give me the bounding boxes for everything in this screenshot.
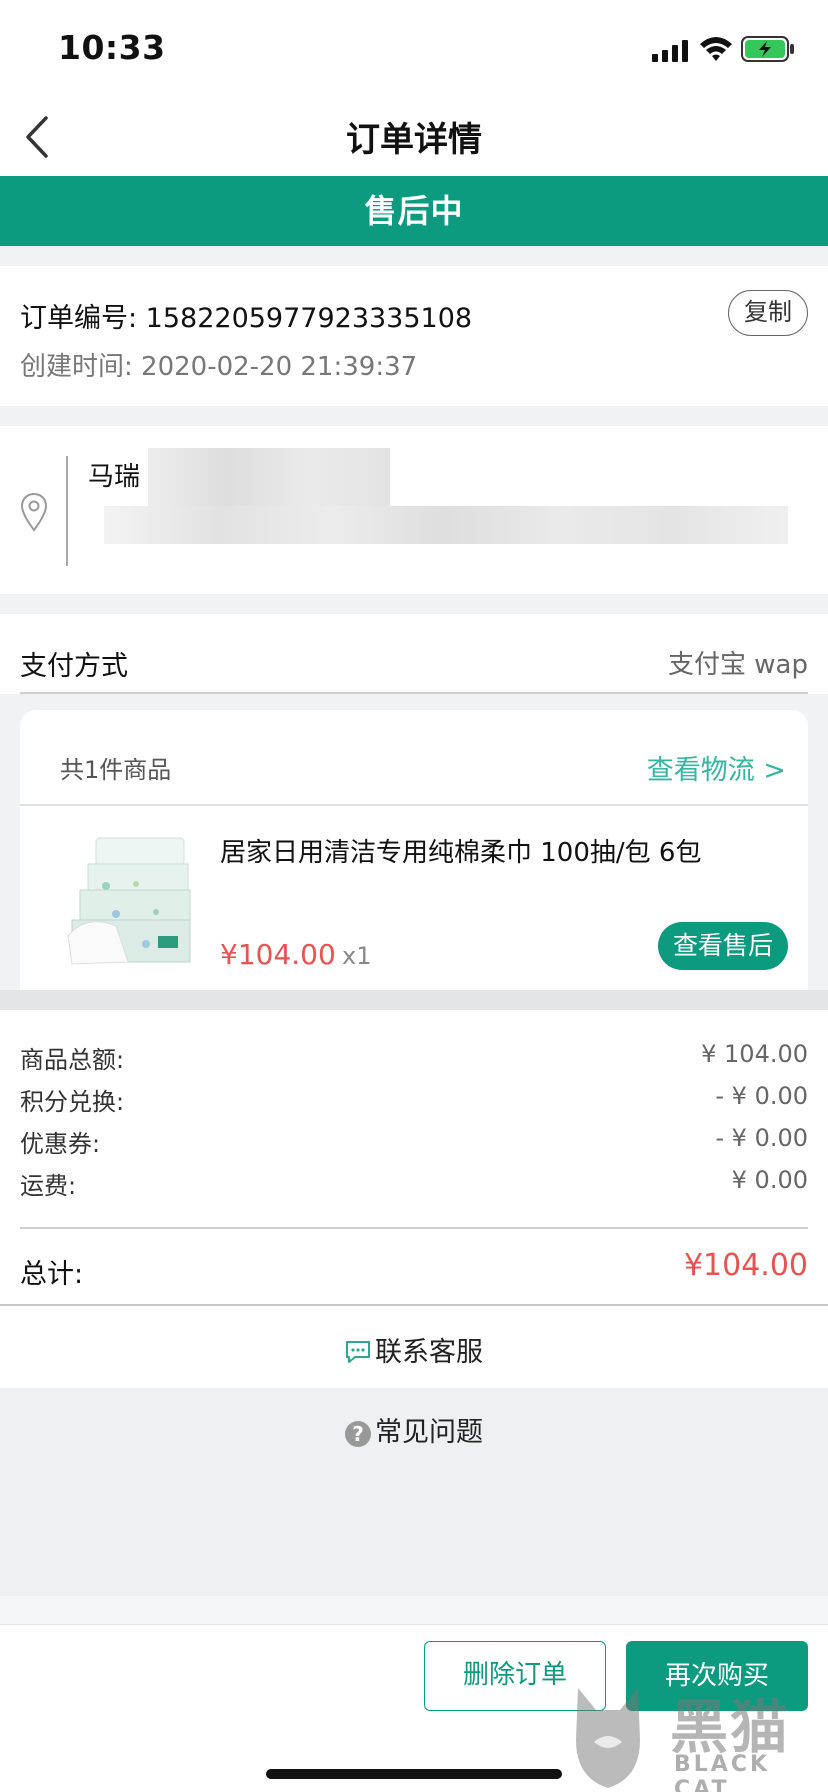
product-card-area: 共1件商品 查看物流 > 居家日用清洁专用纯棉柔巾 100抽/包 6包 ¥104… (0, 694, 828, 990)
buy-again-button[interactable]: 再次购买 (626, 1641, 808, 1711)
payment-method-row: 支付方式 支付宝 wap (0, 614, 828, 694)
divider (0, 1304, 828, 1306)
order-status-banner: 售后中 (0, 176, 828, 246)
signal-icon (652, 40, 688, 62)
page-title: 订单详情 (346, 120, 482, 160)
amount-summary: 商品总额: ¥ 104.00 积分兑换: - ¥ 0.00 优惠券: - ¥ 0… (0, 1010, 828, 1306)
amount-label: 商品总额: (20, 1046, 125, 1074)
order-number: 订单编号: 1582205977923335108 (20, 303, 473, 334)
contact-support-label[interactable]: 联系客服 (375, 1337, 483, 1368)
amount-row: 优惠券: - ¥ 0.00 (20, 1124, 808, 1158)
amount-label: 积分兑换: (20, 1088, 125, 1116)
address-divider (66, 456, 68, 566)
contact-support-row[interactable]: 联系客服 (0, 1308, 828, 1388)
section-gap (0, 990, 828, 1010)
payment-method-value: 支付宝 wap (668, 650, 808, 680)
copy-button[interactable]: 复制 (728, 290, 808, 336)
divider (20, 1227, 808, 1229)
redacted-contact (148, 448, 390, 510)
amount-label: 运费: (20, 1172, 77, 1200)
section-gap (0, 594, 828, 614)
contact-support-content[interactable]: 联系客服 (0, 1330, 828, 1369)
divider (20, 804, 808, 806)
home-indicator[interactable] (266, 1769, 562, 1779)
total-label: 总计: (20, 1259, 84, 1290)
product-thumbnail[interactable] (46, 828, 196, 978)
chat-bubble-icon (346, 1341, 370, 1363)
product-quantity: x1 (342, 942, 372, 970)
address-section: 马瑞 (0, 426, 828, 594)
faq-link[interactable]: ? 常见问题 (0, 1410, 828, 1449)
total-value: ¥104.00 (683, 1248, 808, 1283)
status-bar: 10:33 (0, 0, 828, 98)
amount-value: ¥ 104.00 (701, 1040, 808, 1068)
amount-value: - ¥ 0.00 (715, 1082, 808, 1110)
faq-section: ? 常见问题 (0, 1388, 828, 1596)
bottom-action-bar: 删除订单 再次购买 (0, 1624, 828, 1792)
view-aftersale-button[interactable]: 查看售后 (658, 922, 788, 970)
product-price: ¥104.00 (220, 938, 336, 971)
battery-icon (741, 36, 794, 62)
order-info-section: 订单编号: 1582205977923335108 创建时间: 2020-02-… (0, 266, 828, 406)
payment-method-label: 支付方式 (20, 651, 128, 682)
order-created-time: 创建时间: 2020-02-20 21:39:37 (20, 352, 418, 382)
location-pin-icon (20, 492, 48, 532)
redacted-address (104, 506, 788, 544)
view-logistics-link[interactable]: 查看物流 > (647, 748, 786, 787)
wifi-icon (700, 37, 732, 61)
amount-label: 优惠券: (20, 1130, 101, 1158)
amount-value: - ¥ 0.00 (715, 1124, 808, 1152)
section-gap (0, 246, 828, 266)
question-circle-icon: ? (345, 1421, 371, 1447)
section-gap (0, 1596, 828, 1624)
recipient-name: 马瑞 (88, 462, 141, 492)
amount-value: ¥ 0.00 (731, 1166, 808, 1194)
faq-label[interactable]: 常见问题 (375, 1417, 483, 1448)
product-card: 共1件商品 查看物流 > 居家日用清洁专用纯棉柔巾 100抽/包 6包 ¥104… (20, 710, 808, 990)
amount-row: 商品总额: ¥ 104.00 (20, 1040, 808, 1074)
section-gap (0, 406, 828, 426)
navigation-bar: 订单详情 (0, 98, 828, 176)
item-count: 共1件商品 (60, 756, 172, 784)
amount-row: 积分兑换: - ¥ 0.00 (20, 1082, 808, 1116)
amount-row: 运费: ¥ 0.00 (20, 1166, 808, 1200)
status-time: 10:33 (58, 28, 166, 67)
product-name[interactable]: 居家日用清洁专用纯棉柔巾 100抽/包 6包 (220, 832, 701, 869)
delete-order-button[interactable]: 删除订单 (424, 1641, 606, 1711)
